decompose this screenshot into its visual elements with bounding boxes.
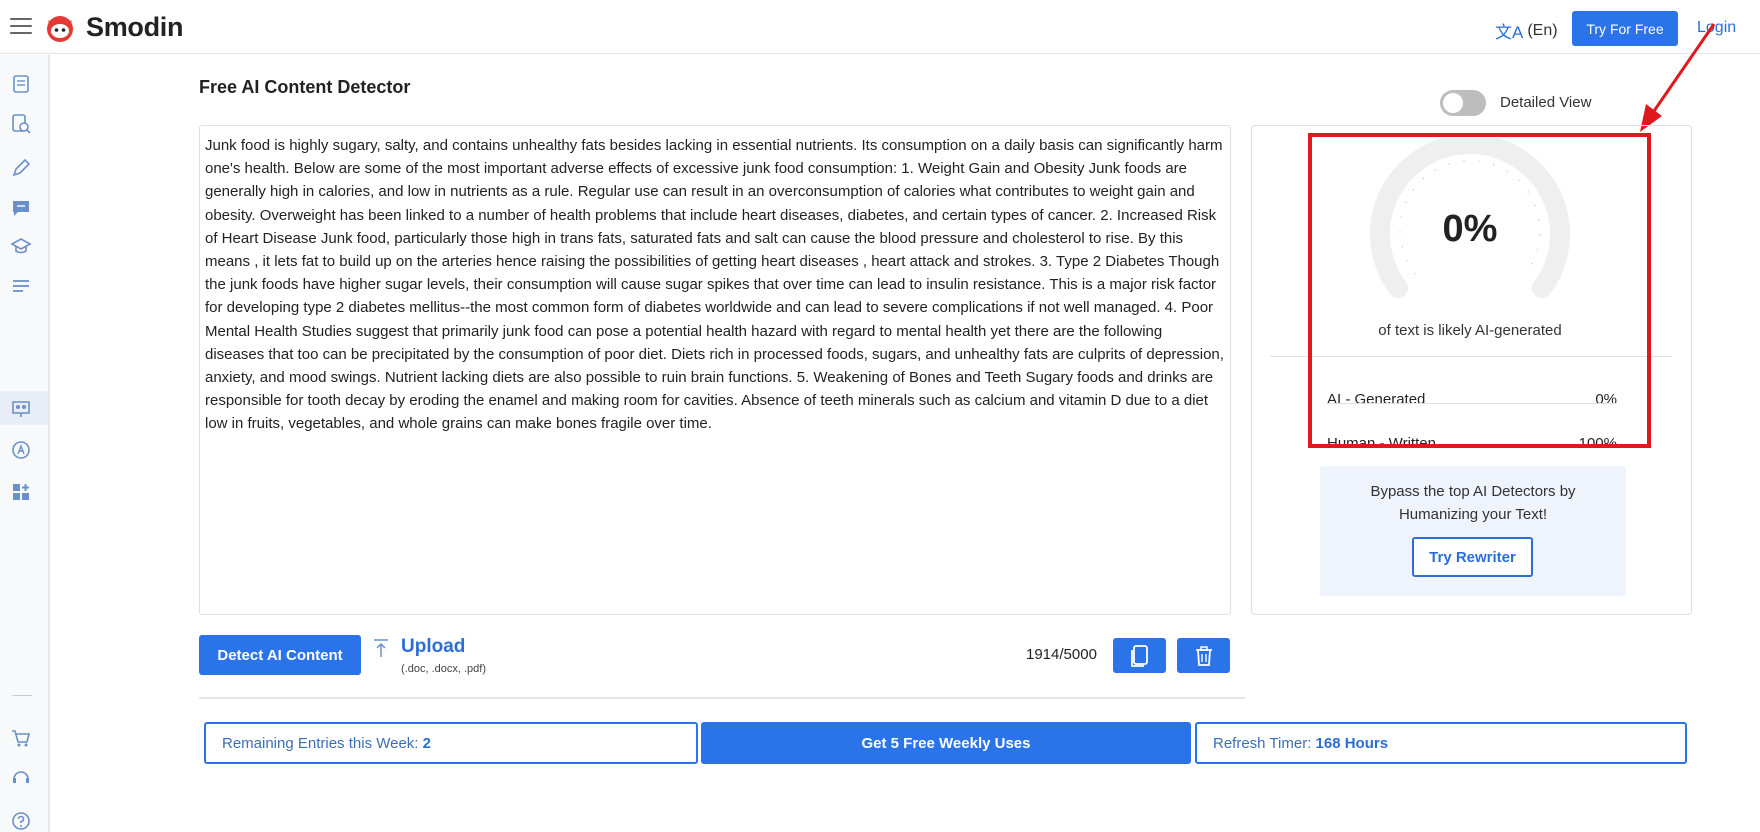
sidebar-divider — [12, 695, 32, 696]
translate-icon: 文A — [1495, 23, 1524, 42]
search-document-icon[interactable] — [10, 113, 32, 135]
detailed-view-toggle[interactable] — [1440, 90, 1486, 116]
chat-icon[interactable] — [10, 197, 32, 219]
pencil-icon[interactable] — [10, 157, 32, 179]
copy-button[interactable] — [1113, 638, 1166, 673]
sidebar — [0, 55, 50, 832]
brand-name[interactable]: Smodin — [86, 12, 184, 43]
list-icon[interactable] — [10, 275, 32, 297]
annotation-highlight-box — [1308, 133, 1651, 448]
upload-icon[interactable] — [372, 638, 390, 658]
top-bar: Smodin 文A (En) Try For Free Login — [0, 0, 1760, 54]
graduation-icon[interactable] — [10, 235, 32, 257]
annotation-arrow-icon — [1640, 23, 1716, 132]
refresh-timer-box: Refresh Timer: 168 Hours — [1195, 722, 1687, 764]
cart-icon[interactable] — [10, 727, 32, 749]
documents-icon[interactable] — [10, 73, 32, 95]
page-title: Free AI Content Detector — [199, 77, 411, 97]
text-input-area[interactable]: Junk food is highly sugary, salty, and c… — [199, 125, 1231, 615]
get-weekly-uses-button[interactable]: Get 5 Free Weekly Uses — [701, 722, 1191, 764]
detailed-view-label: Detailed View — [1500, 94, 1592, 111]
remaining-entries-value: 2 — [422, 735, 431, 752]
apps-icon[interactable] — [10, 481, 32, 503]
toggle-knob — [1443, 93, 1463, 113]
language-selector[interactable]: 文A (En) — [1495, 18, 1558, 43]
help-icon[interactable] — [10, 810, 32, 832]
bypass-promo-text: Bypass the top AI Detectors by Humanizin… — [1370, 483, 1576, 523]
upload-file-types: (.doc, .docx, .pdf) — [401, 663, 486, 675]
smodin-logo-icon[interactable] — [44, 12, 76, 44]
refresh-timer-value: 168 Hours — [1315, 735, 1389, 752]
detect-ai-content-button[interactable]: Detect AI Content — [199, 635, 361, 675]
remaining-entries-box: Remaining Entries this Week: 2 — [204, 722, 698, 764]
upload-link[interactable]: Upload — [401, 636, 465, 658]
remaining-entries-label: Remaining Entries this Week: — [222, 735, 419, 752]
trash-icon — [1195, 645, 1212, 666]
copy-icon — [1130, 644, 1148, 667]
translate-circle-icon[interactable] — [10, 439, 32, 461]
content-divider — [199, 697, 1245, 699]
character-count: 1914/5000 — [1026, 646, 1097, 663]
language-label: (En) — [1527, 21, 1558, 39]
try-rewriter-button[interactable]: Try Rewriter — [1412, 537, 1533, 577]
menu-icon[interactable] — [10, 18, 32, 36]
ai-detector-icon[interactable] — [10, 397, 32, 419]
support-icon[interactable] — [10, 767, 32, 789]
clear-text-button[interactable] — [1177, 638, 1230, 673]
refresh-timer-label: Refresh Timer: — [1213, 735, 1312, 752]
